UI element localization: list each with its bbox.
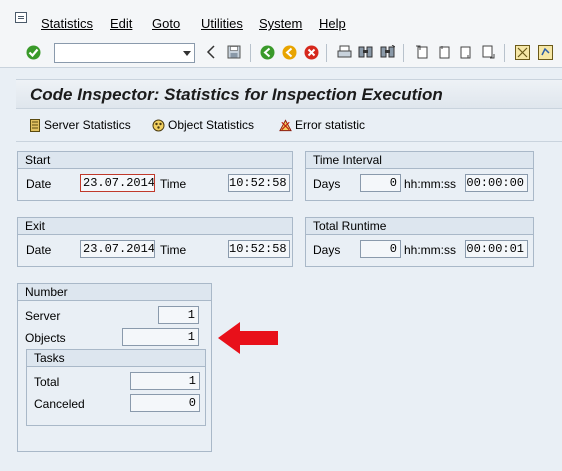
tasks-group: Tasks Total 1 Canceled 0: [26, 349, 206, 426]
menu-help[interactable]: Help: [319, 16, 346, 31]
object-icon: [152, 119, 165, 132]
total-runtime-hms-label: hh:mm:ss: [404, 243, 457, 257]
exit-time-field[interactable]: 10:52:58: [228, 240, 290, 258]
tasks-group-header: Tasks: [27, 350, 205, 367]
tasks-total-label: Total: [34, 375, 60, 389]
menu-edit[interactable]: Edit: [110, 16, 132, 31]
menu-utilities[interactable]: Utilities: [201, 16, 243, 31]
time-interval-group-header: Time Interval: [306, 152, 533, 169]
find-next-icon[interactable]: [379, 44, 395, 60]
first-page-icon[interactable]: [414, 44, 430, 60]
menu-system[interactable]: System: [259, 16, 302, 31]
tasks-canceled-field[interactable]: 0: [130, 394, 200, 412]
start-group-header: Start: [18, 152, 292, 169]
total-runtime-group-header: Total Runtime: [306, 218, 533, 235]
menu-statistics[interactable]: Statistics: [41, 16, 93, 31]
time-interval-days-field[interactable]: 0: [360, 174, 401, 192]
start-time-label: Time: [160, 177, 187, 191]
start-date-label: Date: [26, 177, 52, 191]
next-page-icon[interactable]: [458, 44, 474, 60]
exit-group: Exit Date 23.07.2014 Time 10:52:58: [17, 217, 293, 267]
help-icon[interactable]: [537, 44, 553, 60]
standard-toolbar: [0, 38, 562, 68]
chevron-down-icon[interactable]: [183, 51, 191, 56]
last-page-icon[interactable]: [480, 44, 496, 60]
server-statistics-button[interactable]: Server Statistics: [28, 118, 131, 132]
exit-icon[interactable]: [281, 44, 297, 60]
back-green-icon[interactable]: [259, 44, 275, 60]
start-time-field[interactable]: 10:52:58: [228, 174, 290, 192]
menu-utilities-label: Utilities: [201, 16, 243, 31]
command-input[interactable]: [55, 44, 175, 62]
error-icon: [279, 118, 292, 132]
toolbar-separator: [250, 44, 251, 62]
total-runtime-days-field[interactable]: 0: [360, 240, 401, 258]
toolbar-separator: [504, 44, 505, 62]
total-runtime-hms-field[interactable]: 00:00:01: [465, 240, 528, 258]
print-icon[interactable]: [336, 44, 352, 60]
server-label: Server: [25, 309, 61, 323]
system-menu-icon[interactable]: [15, 12, 27, 23]
menu-help-label: Help: [319, 16, 346, 31]
toolbar-separator: [326, 44, 327, 62]
tasks-total-field[interactable]: 1: [130, 372, 200, 390]
time-interval-days-label: Days: [313, 177, 341, 191]
cancel-icon[interactable]: [303, 44, 319, 60]
time-interval-hms-field[interactable]: 00:00:00: [465, 174, 528, 192]
error-statistic-label: Error statistic: [295, 118, 366, 132]
number-group: Number Server 1 Objects 1 Tasks Total 1 …: [17, 283, 212, 452]
page-title: Code Inspector: Statistics for Inspectio…: [30, 85, 443, 104]
menu-bar: Statistics Edit Goto Utilities System He…: [0, 0, 562, 38]
enter-icon[interactable]: [25, 44, 41, 60]
start-date-field[interactable]: 23.07.2014: [80, 174, 155, 192]
toolbar-separator: [403, 44, 404, 62]
total-runtime-days-label: Days: [313, 243, 341, 257]
total-runtime-group: Total Runtime Days 0 hh:mm:ss 00:00:01: [305, 217, 534, 267]
start-group: Start Date 23.07.2014 Time 10:52:58: [17, 151, 293, 201]
annotation-arrow-icon: [218, 321, 280, 358]
time-interval-group: Time Interval Days 0 hh:mm:ss 00:00:00: [305, 151, 534, 201]
number-group-header: Number: [18, 284, 211, 301]
application-toolbar: Server Statistics Object Statistics Erro…: [16, 110, 562, 142]
command-field[interactable]: [54, 43, 195, 63]
time-interval-hms-label: hh:mm:ss: [404, 177, 457, 191]
objects-field[interactable]: 1: [122, 328, 199, 346]
layout-icon[interactable]: [514, 44, 530, 60]
find-icon[interactable]: [357, 44, 373, 60]
save-icon[interactable]: [226, 44, 242, 60]
object-statistics-label: Object Statistics: [168, 118, 255, 132]
server-statistics-label: Server Statistics: [44, 118, 131, 132]
menu-edit-label: Edit: [110, 16, 133, 31]
object-statistics-button[interactable]: Object Statistics: [152, 118, 254, 132]
menu-statistics-label: Statistics: [41, 16, 94, 31]
exit-date-label: Date: [26, 243, 52, 257]
prev-page-icon[interactable]: [436, 44, 452, 60]
objects-label: Objects: [25, 331, 66, 345]
error-statistic-button[interactable]: Error statistic: [279, 118, 365, 132]
back-icon[interactable]: [203, 44, 219, 60]
server-field[interactable]: 1: [158, 306, 199, 324]
menu-goto[interactable]: Goto: [152, 16, 180, 31]
exit-date-field[interactable]: 23.07.2014: [80, 240, 155, 258]
tasks-canceled-label: Canceled: [34, 397, 85, 411]
menu-system-label: System: [259, 16, 303, 31]
exit-group-header: Exit: [18, 218, 292, 235]
menu-goto-label: Goto: [152, 16, 181, 31]
exit-time-label: Time: [160, 243, 187, 257]
title-bar: Code Inspector: Statistics for Inspectio…: [16, 79, 562, 109]
server-icon: [28, 118, 41, 132]
